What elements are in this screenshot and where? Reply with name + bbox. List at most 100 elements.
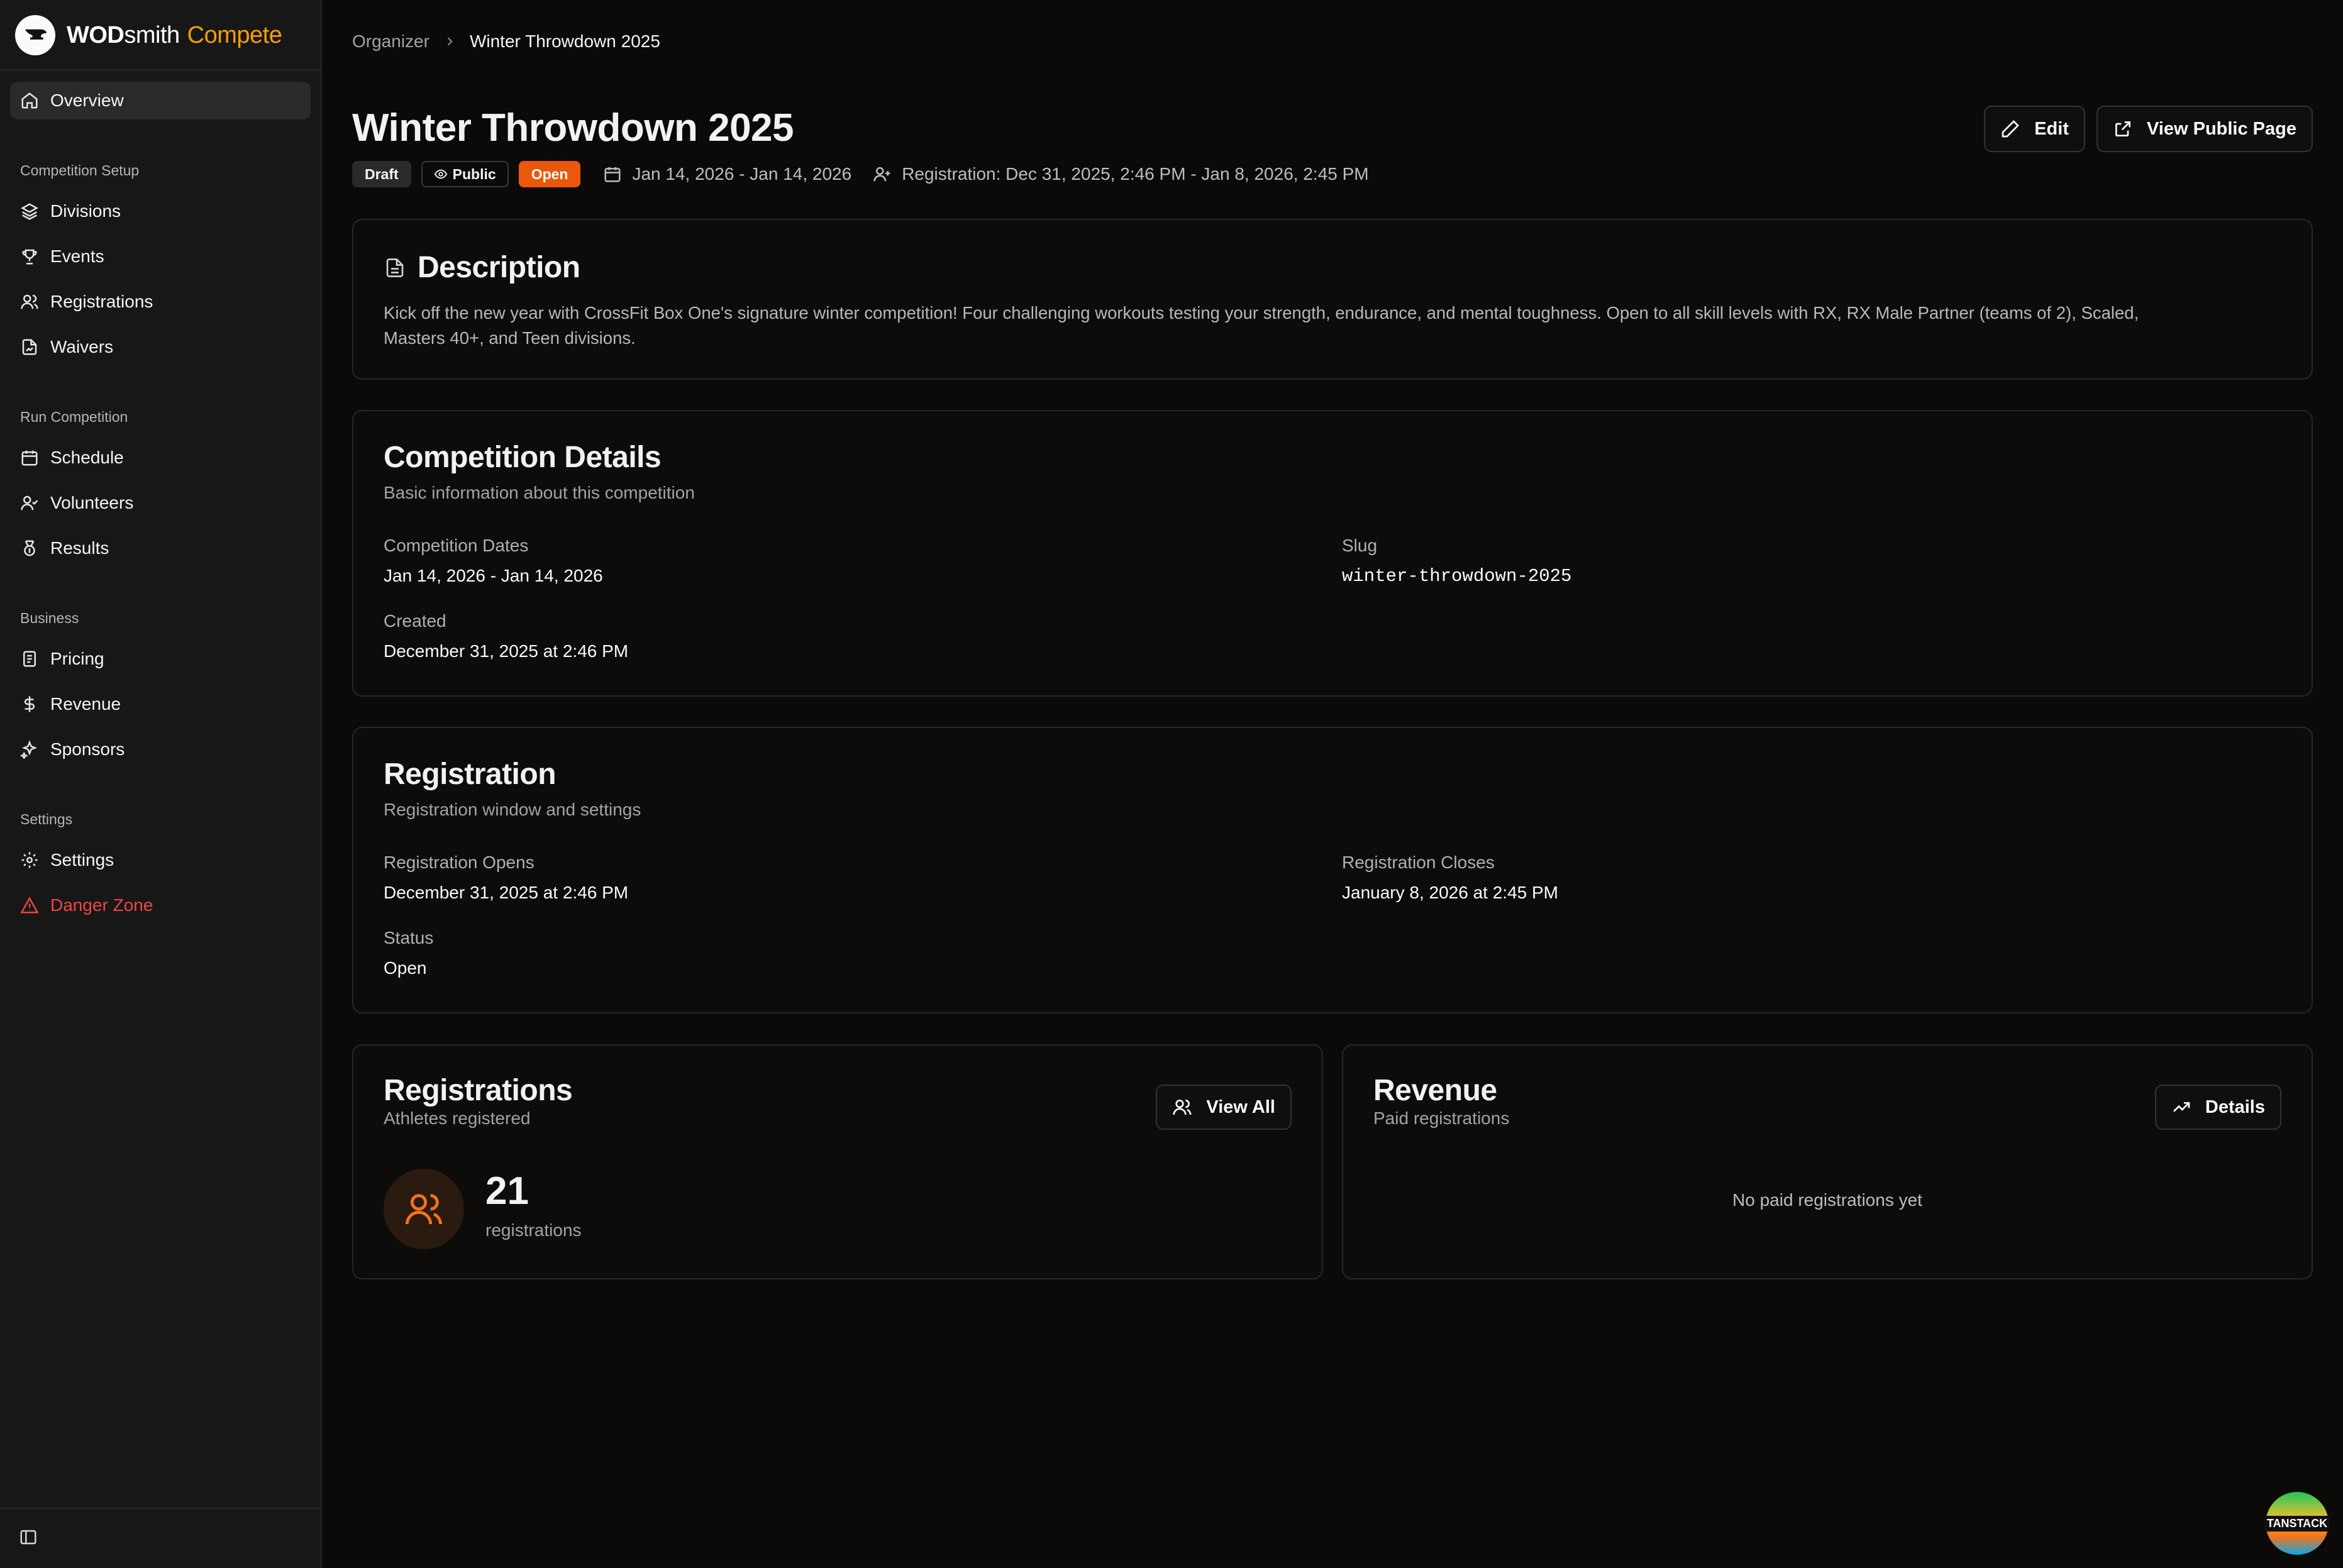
edit-button-label: Edit [2034, 118, 2069, 139]
registrations-summary-card: Registrations Athletes registered View A… [352, 1044, 1323, 1279]
registration-opens-value: December 31, 2025 at 2:46 PM [384, 883, 629, 902]
sidebar-item-label: Registrations [50, 292, 153, 311]
sidebar-item-schedule[interactable]: Schedule [10, 439, 311, 477]
created-label: Created [384, 611, 446, 631]
receipt-icon [23, 651, 36, 667]
competition-dates-label: Competition Dates [384, 536, 529, 555]
description-text: Kick off the new year with CrossFit Box … [384, 301, 2270, 351]
sidebar-item-label: Pricing [50, 649, 104, 668]
competition-dates: Jan 14, 2026 - Jan 14, 2026 [603, 164, 851, 184]
alert-triangle-icon [20, 897, 39, 914]
sidebar-item-overview[interactable]: Overview [10, 82, 311, 119]
sidebar-item-label: Divisions [50, 201, 121, 221]
registration-subtitle: Registration window and settings [384, 800, 641, 819]
status-value: Open [384, 958, 427, 978]
trending-up-icon [2173, 1102, 2190, 1112]
registration-window: Registration: Dec 31, 2025, 2:46 PM - Ja… [873, 164, 1369, 184]
registrations-card-subtitle: Athletes registered [384, 1108, 531, 1128]
sidebar-item-waivers[interactable]: Waivers [10, 328, 311, 366]
dollar-icon [24, 696, 35, 712]
public-badge-label: Public [452, 165, 496, 182]
description-line-1: Kick off the new year with CrossFit Box … [384, 303, 2139, 323]
sidebar-item-label: Danger Zone [50, 895, 153, 915]
sidebar-item-registrations[interactable]: Registrations [10, 283, 311, 321]
competition-details-card: Competition Details Basic information ab… [352, 410, 2313, 697]
calendar-icon [21, 450, 38, 466]
sidebar-item-revenue[interactable]: Revenue [10, 685, 311, 723]
slug-value: winter-throwdown-2025 [1342, 566, 1572, 587]
open-badge: Open [518, 161, 581, 187]
breadcrumb: Organizer Winter Throwdown 2025 [352, 31, 660, 52]
sidebar-item-label: Revenue [50, 694, 121, 714]
sidebar-item-volunteers[interactable]: Volunteers [10, 484, 311, 522]
users-icon [21, 294, 38, 309]
created-value: December 31, 2025 at 2:46 PM [384, 641, 629, 661]
sidebar-item-label: Overview [50, 91, 124, 110]
header-actions: Edit View Public Page [1973, 106, 2313, 152]
status-label: Status [384, 928, 434, 947]
brand[interactable]: WODsmith Compete [15, 13, 282, 58]
user-check-icon [21, 495, 38, 511]
public-badge: Public [421, 161, 509, 187]
view-public-page-button[interactable]: View Public Page [2096, 106, 2313, 152]
description-line-2: Masters 40+, and Teen divisions. [384, 328, 636, 348]
sidebar-item-results[interactable]: Results [10, 529, 311, 567]
home-icon [21, 92, 38, 109]
sidebar-toggle-icon[interactable] [19, 1528, 38, 1547]
registration-card: Registration Registration window and set… [352, 727, 2313, 1013]
sidebar-item-label: Waivers [50, 337, 114, 356]
sidebar-item-danger-zone[interactable]: Danger Zone [10, 886, 311, 924]
chevron-right-icon [447, 37, 453, 46]
brand-wod: WOD [67, 21, 125, 48]
sidebar-item-divisions[interactable]: Divisions [10, 192, 311, 230]
sidebar-item-label: Sponsors [50, 739, 125, 759]
details-button[interactable]: Details [2154, 1085, 2281, 1130]
registration-title: Registration [384, 758, 557, 791]
group-label-competition-setup: Competition Setup [20, 162, 140, 179]
sidebar-item-sponsors[interactable]: Sponsors [10, 731, 311, 768]
competition-dates-value: Jan 14, 2026 - Jan 14, 2026 [384, 566, 603, 585]
sidebar-item-label: Events [50, 246, 104, 266]
description-card: Description Kick off the new year with C… [352, 219, 2313, 380]
sidebar-item-events[interactable]: Events [10, 238, 311, 275]
brand-smith: smith [124, 21, 180, 48]
sparkles-icon [20, 740, 38, 759]
page-title: Winter Throwdown 2025 [352, 106, 794, 150]
file-signature-icon [22, 339, 37, 355]
view-all-label: View All [1206, 1096, 1275, 1117]
revenue-empty-state: No paid registrations yet [1732, 1190, 1922, 1210]
layers-icon [21, 203, 38, 220]
anvil-logo-icon [15, 15, 55, 55]
competition-dates-text: Jan 14, 2026 - Jan 14, 2026 [632, 164, 852, 184]
registration-opens-label: Registration Opens [384, 853, 535, 872]
divider [0, 1508, 322, 1509]
brand-product: Compete [187, 21, 282, 48]
sidebar-item-label: Settings [50, 850, 114, 870]
revenue-card-subtitle: Paid registrations [1373, 1108, 1510, 1128]
view-all-button[interactable]: View All [1156, 1085, 1292, 1130]
status-row: Draft Public Open Jan 14, 2026 - Jan 14,… [352, 160, 1369, 189]
edit-button[interactable]: Edit [1984, 106, 2085, 152]
trophy-icon [22, 249, 37, 265]
sidebar: WODsmith Compete Overview Competition Set… [0, 0, 322, 1568]
tanstack-devtools-button[interactable]: TANSTACK [2264, 1490, 2330, 1557]
breadcrumb-organizer[interactable]: Organizer [352, 31, 429, 52]
pencil-icon [2002, 120, 2020, 138]
breadcrumb-current: Winter Throwdown 2025 [469, 31, 660, 51]
sidebar-item-settings[interactable]: Settings [10, 841, 311, 879]
document-icon [386, 258, 404, 277]
draft-badge: Draft [352, 161, 411, 187]
users-icon [1173, 1100, 1192, 1115]
revenue-card-title: Revenue [1373, 1074, 1497, 1107]
gear-icon [21, 852, 38, 868]
divider [0, 69, 322, 70]
sidebar-item-pricing[interactable]: Pricing [10, 640, 311, 678]
view-public-page-label: View Public Page [2146, 118, 2296, 139]
details-button-label: Details [2205, 1096, 2265, 1117]
calendar-icon [604, 167, 621, 182]
registration-closes-label: Registration Closes [1342, 853, 1495, 872]
group-label-settings: Settings [20, 811, 73, 827]
main-content: Organizer Winter Throwdown 2025 Winter T… [322, 0, 2343, 1568]
details-subtitle: Basic information about this competition [384, 483, 695, 502]
registration-window-text: Registration: Dec 31, 2025, 2:46 PM - Ja… [902, 164, 1369, 184]
